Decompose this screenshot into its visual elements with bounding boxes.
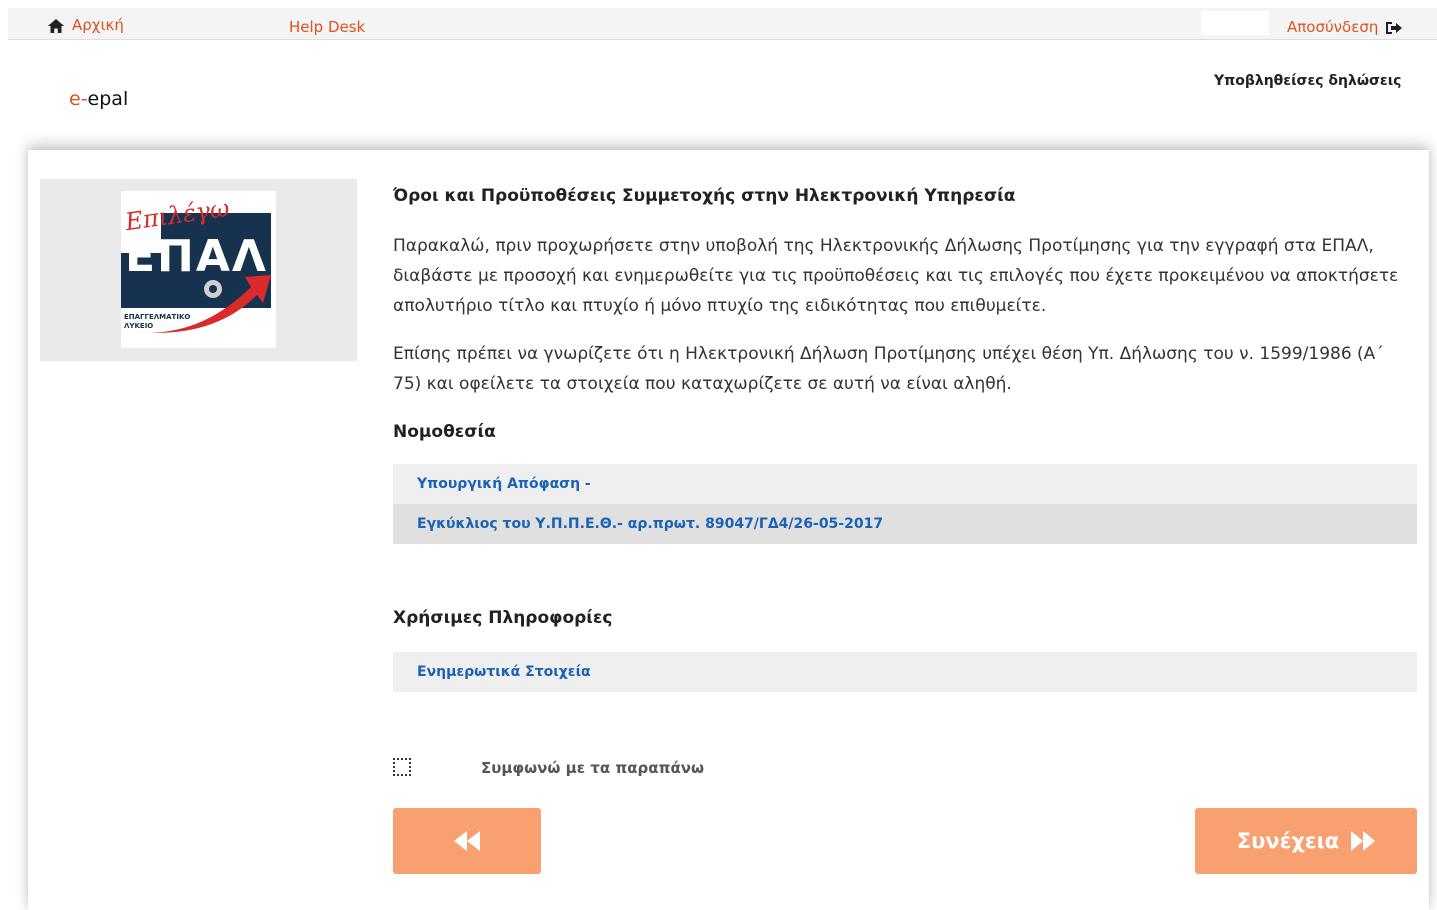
logo-subtext-2: ΛΥΚΕΙΟ [124, 322, 154, 330]
main-card: Επιλέγω ΕΠΑΛ ΕΠΑΓΓΕΛΜΑΤΙΚΟ ΛΥΚΕΙΟ Όροι κ… [28, 150, 1429, 910]
brand-name: epal [87, 88, 129, 110]
brand-prefix: e- [69, 88, 88, 110]
legislation-link-ministerial-decision[interactable]: Υπουργική Απόφαση - [393, 464, 1417, 504]
legislation-list: Υπουργική Απόφαση - Εγκύκλιος του Υ.Π.Π.… [393, 464, 1417, 544]
agree-checkbox[interactable] [393, 758, 411, 776]
legislation-link-circular[interactable]: Εγκύκλιος του Υ.Π.Π.Ε.Θ.- αρ.πρωτ. 89047… [393, 504, 1417, 544]
terms-paragraph-1: Παρακαλώ, πριν προχωρήσετε στην υποβολή … [393, 236, 1399, 316]
info-link-informative-material[interactable]: Ενημερωτικά Στοιχεία [393, 652, 1417, 692]
logo-subtext-1: ΕΠΑΓΓΕΛΜΑΤΙΚΟ [124, 313, 191, 321]
continue-button[interactable]: Συνέχεια [1195, 808, 1417, 874]
agree-label: Συμφωνώ με τα παραπάνω [481, 759, 705, 777]
legislation-heading: Νομοθεσία [393, 422, 496, 442]
brand-logo-text[interactable]: e-epal [69, 88, 128, 110]
fast-forward-icon [1351, 831, 1376, 851]
terms-title: Όροι και Προϋποθέσεις Συμμετοχής στην Ηλ… [393, 186, 1016, 206]
user-name-box [1201, 11, 1269, 35]
fast-backward-icon [454, 831, 480, 851]
nav-home-label: Αρχική [72, 16, 124, 34]
epal-logo: Επιλέγω ΕΠΑΛ ΕΠΑΓΓΕΛΜΑΤΙΚΟ ΛΥΚΕΙΟ [121, 191, 276, 348]
terms-paragraph-2: Επίσης πρέπει να γνωρίζετε ότι η Ηλεκτρο… [393, 344, 1384, 394]
logout-label: Αποσύνδεση [1287, 18, 1379, 36]
back-button[interactable] [393, 808, 541, 874]
logout-link[interactable]: Αποσύνδεση [1287, 18, 1403, 36]
continue-label: Συνέχεια [1236, 829, 1340, 853]
sign-out-icon [1386, 21, 1403, 34]
logo-big-text: ΕΠΑΛ [125, 231, 268, 282]
home-icon [48, 18, 64, 33]
useful-info-heading: Χρήσιμες Πληροφορίες [393, 608, 613, 628]
nav-home-link[interactable]: Αρχική [48, 16, 124, 34]
submitted-applications-link[interactable]: Υποβληθείσες δηλώσεις [1214, 73, 1401, 89]
nav-helpdesk-link[interactable]: Help Desk [289, 18, 365, 36]
top-navbar: Αρχική Help Desk Αποσύνδεση [8, 8, 1437, 40]
logo-panel: Επιλέγω ΕΠΑΛ ΕΠΑΓΓΕΛΜΑΤΙΚΟ ΛΥΚΕΙΟ [40, 179, 357, 361]
